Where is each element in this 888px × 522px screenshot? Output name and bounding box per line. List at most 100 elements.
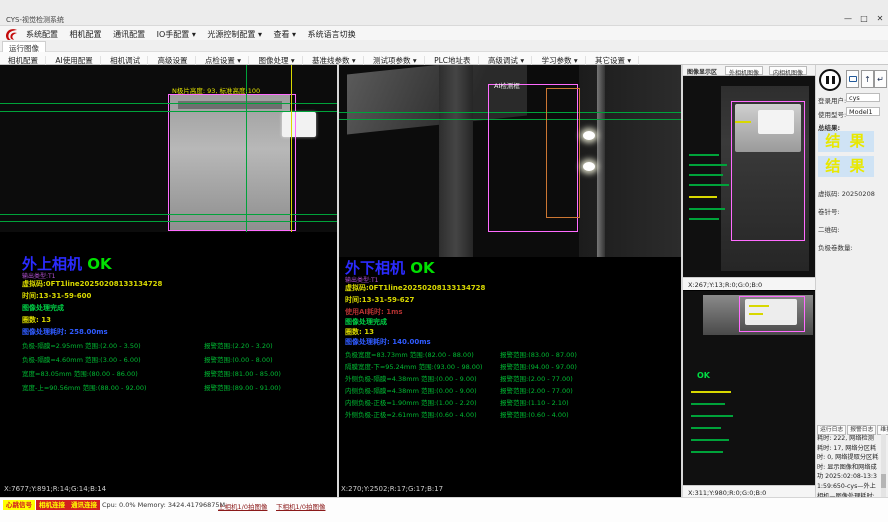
left-turn-count: 圈数: 13 xyxy=(22,315,51,325)
machine-edge-highlight xyxy=(597,65,605,257)
tool-advanced-debug[interactable]: 高级调试 ▾ xyxy=(488,56,532,65)
tool-spot-check[interactable]: 点检设置 ▾ xyxy=(205,56,249,65)
menu-comm-config[interactable]: 通讯配置 xyxy=(113,30,145,39)
window-title: CYS-视觉检测系统 xyxy=(6,15,64,25)
left-time: 时间:13-31-59-600 xyxy=(22,291,91,301)
middle-alarm-row: 报警范围:(2.00 - 77.00) xyxy=(500,373,573,383)
middle-measure-row: 内侧负极-隔膜=4.38mm 范围:(0.00 - 9.00) xyxy=(345,385,477,395)
middle-elapsed: 图像处理耗时: 140.00ms xyxy=(345,337,431,347)
preview-header: 图像显示区 外相机图像 内相机图像 xyxy=(683,65,815,76)
menu-camera-config[interactable]: 相机配置 xyxy=(70,30,102,39)
qr-code-label: 二维码: xyxy=(818,224,840,234)
model-value[interactable]: Model1 xyxy=(846,107,880,116)
lower-camera-capture-link[interactable]: 下相机1/0拍图像 xyxy=(276,501,325,511)
left-camera-image[interactable]: N极片高度: 93, 标准高度:100 xyxy=(0,65,337,232)
login-user-value[interactable]: cys xyxy=(846,93,880,102)
tool-image-processing[interactable]: 图像处理 ▾ xyxy=(258,56,302,65)
tool-plc-address[interactable]: PLC地址表 xyxy=(434,56,478,65)
left-alarm-row: 报警范围:(89.00 - 91.00) xyxy=(204,382,281,392)
left-alarm-row: 报警范围:(81.00 - 85.00) xyxy=(204,368,281,378)
camera-icon xyxy=(849,76,857,82)
preview-bottom-image[interactable]: OK xyxy=(683,291,815,485)
middle-alarm-row: 报警范围:(83.00 - 87.00) xyxy=(500,349,577,359)
menu-items: 系统配置 相机配置 通讯配置 IO手配置 ▾ 光源控制配置 ▾ 查看 ▾ 系统语… xyxy=(26,29,365,40)
log-scrollbar[interactable] xyxy=(881,434,886,498)
middle-measure-row: 内侧负极-正极=1.90mm 范围:(1.00 - 2.20) xyxy=(345,397,477,407)
middle-time: 时间:13-31-59-627 xyxy=(345,295,414,305)
pause-button[interactable] xyxy=(819,69,841,91)
pause-icon xyxy=(826,76,829,84)
tool-learning-params[interactable]: 学习参数 ▾ xyxy=(541,56,585,65)
tool-baseline-params[interactable]: 基准线参数 ▾ xyxy=(312,56,364,65)
tool-advanced-settings[interactable]: 高级设置 xyxy=(158,56,196,65)
tool-ai-config[interactable]: AI使用配置 xyxy=(55,56,100,65)
middle-measure-row: 隔膜宽度-下=95.24mm 范围:(93.00 - 98.00) xyxy=(345,361,483,371)
tab-inner-camera-view[interactable]: 内相机图像 xyxy=(769,66,807,75)
tab-strip xyxy=(0,40,888,52)
left-measure-row: 负极-隔膜=2.95mm 范围:(2.00 - 3.50) xyxy=(22,340,141,350)
pin-number-label: 卷针号: xyxy=(818,206,840,216)
app-window: CYS-视觉检测系统 — □ ✕ 系统配置 相机配置 通讯配置 IO手配置 ▾ … xyxy=(0,0,888,522)
upper-camera-capture-link[interactable]: 上相机1/0拍图像 xyxy=(218,501,267,511)
menu-language-switch[interactable]: 系统语言切换 xyxy=(308,30,356,39)
tab-run-image[interactable]: 运行图像 xyxy=(2,41,46,52)
tool-camera-debug[interactable]: 相机调试 xyxy=(110,56,148,65)
comm-connect-badge: 通讯连接 xyxy=(68,500,100,510)
log-tabs: 运行日志报警日志维护日志 xyxy=(817,424,888,433)
enter-button[interactable]: ↵ xyxy=(874,70,887,88)
ai-detect-box xyxy=(546,88,580,218)
left-elapsed: 图像处理耗时: 258.00ms xyxy=(22,327,108,337)
log-scroll-thumb[interactable] xyxy=(881,474,886,488)
title-bar xyxy=(0,0,888,26)
middle-alarm-row: 报警范围:(94.00 - 97.00) xyxy=(500,361,577,371)
arrow-up-button[interactable]: ↑ xyxy=(861,70,874,88)
maximize-button[interactable]: □ xyxy=(856,12,872,25)
tool-camera-config[interactable]: 相机配置 xyxy=(8,56,46,65)
preview-bottom-coords: X:311;Y:980;R:0;G:0;B:0 xyxy=(688,489,766,497)
pause-icon xyxy=(832,76,835,84)
menu-io-config[interactable]: IO手配置 ▾ xyxy=(157,30,196,39)
result-box-bottom: 结 果 xyxy=(818,156,874,177)
machine-column xyxy=(439,65,473,257)
preview-top-coords: X:267;Y:13;R:0;G:0;B:0 xyxy=(688,281,762,289)
left-pixel-coords: X:7677;Y:891;R:14;G:14;B:14 xyxy=(4,485,106,493)
left-alarm-row: 报警范围:(0.00 - 8.00) xyxy=(204,354,273,364)
middle-measure-row: 外侧负极-隔膜=4.38mm 范围:(0.00 - 9.00) xyxy=(345,373,477,383)
virtual-code-label: 虚拟码: 20250208 xyxy=(818,188,875,198)
machine-right xyxy=(579,65,681,257)
middle-alarm-row: 报警范围:(1.10 - 2.10) xyxy=(500,397,569,407)
left-done-status: 图像处理完成 xyxy=(22,303,64,313)
minimize-button[interactable]: — xyxy=(840,12,856,25)
tool-test-params[interactable]: 测试项参数 ▾ xyxy=(373,56,425,65)
tab-outer-camera-view[interactable]: 外相机图像 xyxy=(725,66,763,75)
left-barcode: 虚拟码:0FT1line20250208133134728 xyxy=(22,279,162,289)
menu-system-config[interactable]: 系统配置 xyxy=(26,30,58,39)
menu-view[interactable]: 查看 ▾ xyxy=(274,30,297,39)
middle-overlay-label: AI检测框 xyxy=(494,80,520,90)
middle-measure-row: 外侧负极-正极=2.61mm 范围:(0.60 - 4.00) xyxy=(345,409,477,419)
middle-turn-count: 圈数: 13 xyxy=(345,327,374,337)
roi-box-magenta xyxy=(168,94,296,231)
left-overlay-label: N极片高度: 93, 标准高度:100 xyxy=(172,85,260,95)
camera-button[interactable] xyxy=(846,70,859,88)
middle-camera-image[interactable]: AI检测框 xyxy=(339,65,681,257)
preview-header-label: 图像显示区 xyxy=(687,67,717,76)
cpu-memory-status: Cpu: 0.0% Memory: 3424.41796875M xyxy=(102,501,225,509)
middle-alarm-row: 报警范围:(0.60 - 4.00) xyxy=(500,409,569,419)
middle-measure-row: 负极宽度=83.73mm 范围:(82.00 - 88.00) xyxy=(345,349,474,359)
close-button[interactable]: ✕ xyxy=(872,12,888,25)
menu-light-config[interactable]: 光源控制配置 ▾ xyxy=(207,30,262,39)
middle-alarm-row: 报警范围:(2.00 - 77.00) xyxy=(500,385,573,395)
tool-other-settings[interactable]: 其它设置 ▾ xyxy=(595,56,639,65)
log-text[interactable]: 耗时: 222, 网络检测耗时: 17, 网络分区耗时: 0, 网络提取分区耗时… xyxy=(817,434,879,498)
left-measure-row: 宽度-上=90.56mm 范围:(88.00 - 92.00) xyxy=(22,382,147,392)
middle-pixel-coords: X:270;Y:2502;R:17;G:17;B:17 xyxy=(341,485,443,493)
middle-barcode: 虚拟码:0FT1line20250208133134728 xyxy=(345,283,485,293)
preview-top-image[interactable] xyxy=(683,76,815,277)
left-alarm-row: 报警范围:(2.20 - 3.20) xyxy=(204,340,273,350)
middle-done-status: 图像处理完成 xyxy=(345,317,387,327)
preview-bottom-ok: OK xyxy=(697,371,710,380)
middle-camera-ok-status: OK xyxy=(410,259,434,277)
heartbeat-badge: 心跳信号 xyxy=(3,500,35,510)
left-camera-ok-status: OK xyxy=(87,255,111,273)
